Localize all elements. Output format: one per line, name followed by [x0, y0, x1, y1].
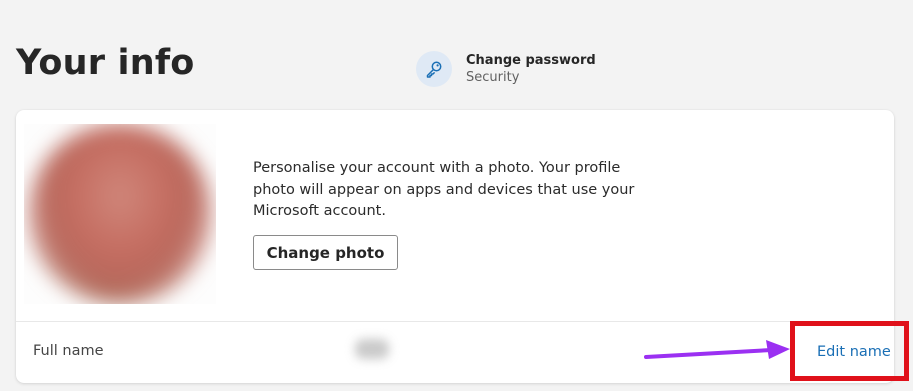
blurred-avatar: [28, 124, 212, 304]
full-name-label: Full name: [33, 343, 104, 359]
profile-photo: [24, 124, 216, 304]
change-password-text: Change password Security: [466, 53, 596, 85]
key-icon: [416, 51, 452, 87]
change-password-link[interactable]: Change password Security: [416, 51, 596, 87]
photo-description: Personalise your account with a photo. Y…: [253, 160, 635, 219]
blurred-name-value: [355, 339, 389, 359]
page-title: Your info: [16, 43, 195, 83]
edit-name-link[interactable]: Edit name: [817, 344, 891, 360]
change-photo-button[interactable]: Change photo: [253, 235, 398, 270]
security-subtitle: Security: [466, 70, 520, 85]
change-password-title: Change password: [466, 53, 596, 68]
annotation-arrow: [644, 340, 790, 359]
section-divider: [16, 321, 894, 322]
